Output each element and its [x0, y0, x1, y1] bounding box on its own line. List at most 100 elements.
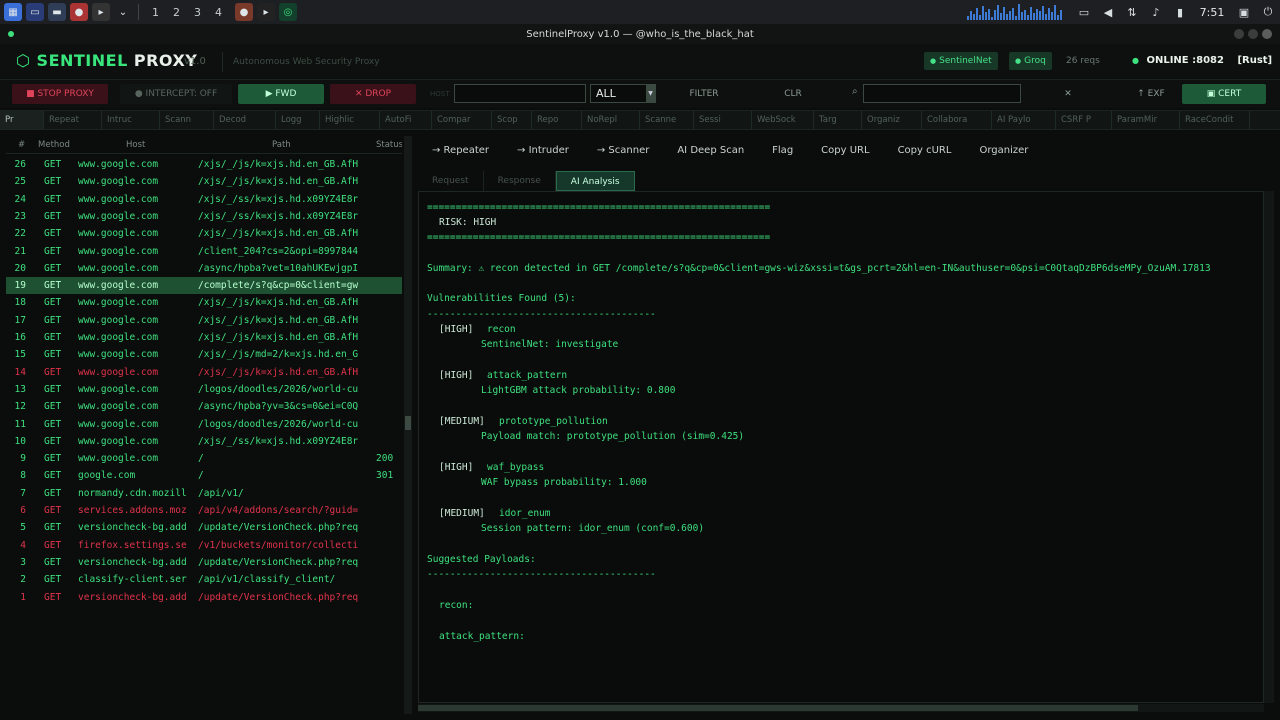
action-button[interactable]: → Scanner [583, 145, 663, 156]
action-button[interactable]: Flag [758, 145, 807, 156]
tool-tab[interactable]: Targ [814, 111, 862, 129]
tool-tab[interactable]: Pr [0, 111, 44, 129]
table-row[interactable]: 6 GET services.addons.moz/api/v4/addons/se… [6, 502, 402, 519]
action-button[interactable]: → Intruder [503, 145, 583, 156]
table-row[interactable]: 25 GET www.google.com/xjs/_/js/k=xjs.hd.en… [6, 173, 402, 190]
chevron-down-icon[interactable]: ⌄ [114, 3, 132, 21]
action-button[interactable]: Organizer [965, 145, 1042, 156]
tool-tab[interactable]: Sessi [694, 111, 752, 129]
host-input[interactable] [454, 84, 586, 103]
forward-button[interactable]: ▶ FWD [238, 84, 324, 104]
drop-button[interactable]: ✕ DROP [330, 84, 416, 104]
table-row[interactable]: 18 GET www.google.com/xjs/_/js/k=xjs.hd.en… [6, 294, 402, 311]
workspace-1[interactable]: 1 [145, 0, 166, 24]
workspace-3[interactable]: 3 [187, 0, 208, 24]
table-row[interactable]: 11 GET www.google.com/logos/doodles/2026/w… [6, 416, 402, 433]
detail-tab[interactable]: Request [418, 171, 484, 191]
clock[interactable]: 7:51 [1192, 6, 1232, 19]
detail-tab[interactable]: Response [484, 171, 556, 191]
file-manager-icon[interactable]: ▬ [48, 3, 66, 21]
tool-tab[interactable]: CSRF P [1056, 111, 1112, 129]
tool-tab[interactable]: ParamMir [1112, 111, 1180, 129]
terminal-icon[interactable]: ▸ [92, 3, 110, 21]
clear-button[interactable]: CLR [754, 84, 832, 104]
tool-tab[interactable]: WebSock [752, 111, 814, 129]
close-button[interactable] [1262, 29, 1272, 39]
clear-search-button[interactable]: ✕ [1060, 84, 1076, 104]
action-button[interactable]: Copy URL [807, 145, 883, 156]
search-input[interactable] [863, 84, 1021, 103]
action-button[interactable]: → Repeater [418, 145, 503, 156]
desktop-icon[interactable]: ▭ [26, 3, 44, 21]
tool-tab[interactable]: AI Paylo [992, 111, 1056, 129]
tool-tab[interactable]: Compar [432, 111, 492, 129]
table-row[interactable]: 23 GET www.google.com/xjs/_/ss/k=xjs.hd.x0… [6, 208, 402, 225]
table-row[interactable]: 9 GET www.google.com / 200 [6, 450, 402, 467]
window-menu-icon[interactable] [8, 31, 14, 37]
cert-button[interactable]: ▣ CERT [1182, 84, 1266, 104]
tool-tab[interactable]: Repo [532, 111, 582, 129]
workspace-4[interactable]: 4 [208, 0, 229, 24]
table-row[interactable]: 14 GET www.google.com/xjs/_/js/k=xjs.hd.en… [6, 364, 402, 381]
table-row[interactable]: 26 GET www.google.com/xjs/_/js/k=xjs.hd.en… [6, 156, 402, 173]
tool-tab[interactable]: Scop [492, 111, 532, 129]
exfil-button[interactable]: ↑ EXF [1128, 84, 1174, 104]
tool-tab[interactable]: AutoFi [380, 111, 432, 129]
action-button[interactable]: AI Deep Scan [663, 145, 758, 156]
tool-tab[interactable]: RaceCondit [1180, 111, 1250, 129]
volume-icon[interactable]: ◀ [1096, 6, 1120, 19]
intercept-toggle[interactable]: ● INTERCEPT: OFF [120, 84, 232, 104]
col-path[interactable]: Path [272, 136, 291, 154]
table-row[interactable]: 16 GET www.google.com/xjs/_/js/k=xjs.hd.en… [6, 329, 402, 346]
filter-button[interactable]: FILTER [664, 84, 744, 104]
maximize-button[interactable] [1248, 29, 1258, 39]
app-menu-icon[interactable]: ▦ [4, 3, 22, 21]
output-vscrollbar[interactable] [1264, 191, 1274, 703]
col-status[interactable]: Status [376, 136, 402, 154]
method-select[interactable]: ALL ▼ [590, 84, 656, 103]
notification-icon[interactable]: ♪ [1144, 6, 1168, 19]
tool-tab[interactable]: Organiz [862, 111, 922, 129]
workspace-2[interactable]: 2 [166, 0, 187, 24]
hscroll-thumb[interactable] [418, 705, 1138, 711]
table-row[interactable]: 2 GET classify-client.ser/api/v1/classify_… [6, 571, 402, 588]
browser-icon[interactable]: ● [70, 3, 88, 21]
table-row[interactable]: 24 GET www.google.com/xjs/_/ss/k=xjs.hd.x0… [6, 191, 402, 208]
table-row[interactable]: 12 GET www.google.com/async/hpba?yv=3&cs=0… [6, 398, 402, 415]
battery-icon[interactable]: ▮ [1168, 6, 1192, 19]
table-row[interactable]: 20 GET www.google.com/async/hpba?vet=10ahU… [6, 260, 402, 277]
tool-tab[interactable]: Intruc [102, 111, 160, 129]
firefox-icon[interactable]: ● [235, 3, 253, 21]
table-row[interactable]: 19 GET www.google.com/complete/s?q&cp=0&cl… [6, 277, 402, 295]
tool-tab[interactable]: Decod [214, 111, 276, 129]
scroll-thumb[interactable] [405, 416, 411, 430]
tool-tab[interactable]: NoRepl [582, 111, 640, 129]
lock-icon[interactable]: ▣ [1232, 6, 1256, 19]
table-row[interactable]: 10 GET www.google.com/xjs/_/ss/k=xjs.hd.x0… [6, 433, 402, 450]
table-row[interactable]: 13 GET www.google.com/logos/doodles/2026/w… [6, 381, 402, 398]
table-row[interactable]: 15 GET www.google.com/xjs/_/js/md=2/k=xjs.… [6, 346, 402, 363]
detail-tab[interactable]: AI Analysis [555, 171, 635, 191]
table-row[interactable]: 4 GET firefox.settings.se/v1/buckets/monit… [6, 537, 402, 554]
action-button[interactable]: Copy cURL [884, 145, 966, 156]
tool-tab[interactable]: Highlic [320, 111, 380, 129]
tool-tab[interactable]: Collabora [922, 111, 992, 129]
table-row[interactable]: 8 GET google.com / 301 [6, 467, 402, 484]
table-row[interactable]: 5 GET versioncheck-bg.add/update/VersionCh… [6, 519, 402, 536]
output-hscrollbar[interactable] [418, 704, 1264, 712]
tool-tab[interactable]: Scann [160, 111, 214, 129]
col-method[interactable]: Method [38, 136, 70, 154]
tool-tab[interactable]: Repeat [44, 111, 102, 129]
tool-tab[interactable]: Scanne [640, 111, 694, 129]
table-row[interactable]: 1 GET versioncheck-bg.add/update/VersionCh… [6, 589, 402, 606]
minimize-button[interactable] [1234, 29, 1244, 39]
network-icon[interactable]: ⇅ [1120, 6, 1144, 19]
col-host[interactable]: Host [126, 136, 145, 154]
terminal-window-icon[interactable]: ▸ [257, 3, 275, 21]
sentinel-window-icon[interactable]: ◎ [279, 3, 297, 21]
table-row[interactable]: 22 GET www.google.com/xjs/_/js/k=xjs.hd.en… [6, 225, 402, 242]
table-row[interactable]: 21 GET www.google.com/client_204?cs=2&opi=… [6, 243, 402, 260]
power-icon[interactable]: ⏻ [1256, 5, 1280, 19]
display-icon[interactable]: ▭ [1072, 6, 1096, 19]
table-row[interactable]: 7 GET normandy.cdn.mozill/api/v1/ [6, 485, 402, 502]
